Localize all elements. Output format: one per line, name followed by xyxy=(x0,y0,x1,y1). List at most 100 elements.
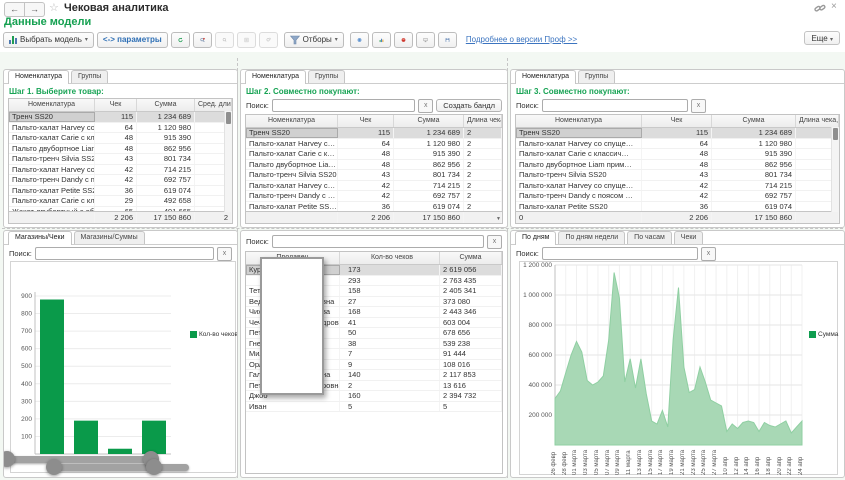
clear-search-icon[interactable]: x xyxy=(487,235,502,249)
get-link-icon[interactable] xyxy=(814,3,826,16)
bar-chart-color-icon xyxy=(379,34,384,46)
table-row[interactable]: Пальто-халат Petite SS2036619 0742 xyxy=(9,186,232,197)
table-row[interactable]: Пальто-тренч Silvia SS2043801 7342 xyxy=(246,170,502,181)
svg-text:700: 700 xyxy=(21,328,32,335)
search-input[interactable] xyxy=(542,99,688,112)
table-row[interactable]: Пальто-халат Carie с клас…48915 3902 xyxy=(9,133,232,144)
x-axis-label: 10 апр xyxy=(723,449,729,475)
table-row[interactable]: Пальто-халат Carie с к…48915 3902 xyxy=(246,149,502,160)
globe-button[interactable] xyxy=(350,32,369,48)
tab-nomenclature[interactable]: Номенклатура xyxy=(8,70,69,84)
table-row[interactable]: Пальто двубортное Liam п…48862 9562 xyxy=(9,144,232,155)
tab-by-weekdays[interactable]: По дням недели xyxy=(558,231,625,244)
table-row[interactable]: Пальто двубортное Liam прим…48862 9562 xyxy=(516,160,839,171)
title-bar: ← → ☆ Чековая аналитика × xyxy=(0,0,845,15)
tab-by-days[interactable]: По дням xyxy=(515,231,556,245)
table-row[interactable]: Пальто-халат Harvey со сп…42714 2152 xyxy=(9,165,232,176)
record-button[interactable] xyxy=(394,32,413,48)
scroll-down-icon[interactable]: ▼ xyxy=(496,216,501,222)
tab-checks[interactable]: Чеки xyxy=(674,231,704,244)
chart-button[interactable] xyxy=(372,32,391,48)
svg-text:200 000: 200 000 xyxy=(529,412,553,419)
x-axis-label: 15 марта xyxy=(648,449,654,475)
clear-search-icon[interactable]: x xyxy=(701,247,716,261)
filters-button[interactable]: Отборы ▾ xyxy=(284,32,344,48)
create-bundle-button[interactable]: Создать бандл xyxy=(436,99,502,112)
tab-groups[interactable]: Группы xyxy=(578,70,615,83)
table-row[interactable]: Пальто-тренч Dandy с …42692 7572 xyxy=(246,191,502,202)
table-row[interactable]: Тренч SS201151 234 6892 xyxy=(9,112,232,123)
tab-by-hours[interactable]: По часам xyxy=(627,231,672,244)
table-row[interactable]: Пальто-халат Carie с классич…48915 3902 xyxy=(516,149,839,160)
refresh-button[interactable] xyxy=(171,32,190,48)
tab-nomenclature[interactable]: Номенклатура xyxy=(245,70,306,84)
search-input[interactable] xyxy=(542,247,698,260)
svg-text:800 000: 800 000 xyxy=(529,322,553,329)
legend-swatch xyxy=(809,331,816,338)
total-row: 2 20617 150 860 xyxy=(246,211,502,223)
toolbar: Выбрать модель ▾ <-> параметры xyxy=(3,31,577,48)
report-button[interactable] xyxy=(237,32,256,48)
table-row[interactable]: Пальто-тренч Dandy с поя…42692 7572 xyxy=(9,175,232,186)
table-header[interactable]: Номенклатура Чек Сумма Длина чека, средн… xyxy=(516,115,839,128)
table-row[interactable]: Пальто-халат Carie с клас…29492 6582 xyxy=(9,196,232,207)
more-button[interactable]: Еще ▾ xyxy=(804,31,840,45)
select-model-button[interactable]: Выбрать модель ▾ xyxy=(3,32,94,48)
close-icon[interactable]: × xyxy=(831,1,837,12)
table-row[interactable]: Пальто-халат Petite SS2036619 0742 xyxy=(516,202,839,212)
vertical-scrollbar[interactable] xyxy=(831,127,839,212)
model-title: Данные модели xyxy=(4,16,91,28)
panel-step3: Номенклатура Группы Шаг 3. Совместно пок… xyxy=(510,69,845,228)
tab-stores-checks[interactable]: Магазины/Чеки xyxy=(8,231,72,245)
table-row[interactable]: Пальто-тренч Silvia SS2043801 7342 xyxy=(516,170,839,181)
total-row: 02 20617 150 860 xyxy=(516,211,839,223)
monitor-button[interactable] xyxy=(416,32,435,48)
version-link[interactable]: Подробнее о версии Проф >> xyxy=(466,35,577,44)
step1-table: Номенклатура Чек Сумма Сред. длина чек Т… xyxy=(8,98,233,224)
table-row[interactable]: Тренч SS201151 234 6892 xyxy=(246,128,502,139)
search-input[interactable] xyxy=(272,235,484,248)
days-search-row: Поиск: x xyxy=(511,245,721,261)
x-axis-label: 11 марта xyxy=(626,449,632,475)
table-row[interactable]: Пальто-халат Harvey со сп…641 120 9802 xyxy=(9,123,232,134)
save-button[interactable] xyxy=(438,32,457,48)
panel-step1: Номенклатура Группы Шаг 1. Выберите това… xyxy=(3,69,238,228)
table-row[interactable]: Иван55 xyxy=(246,402,502,413)
vertical-scrollbar[interactable] xyxy=(224,111,232,212)
table-row[interactable]: Пальто-тренч Silvia SS2043801 7342 xyxy=(9,154,232,165)
search-label: Поиск: xyxy=(246,101,269,110)
tab-nomenclature[interactable]: Номенклатура xyxy=(515,70,576,84)
x-axis-label: 12 апр xyxy=(734,449,740,475)
search-input[interactable] xyxy=(35,247,214,260)
zoom-prev-button[interactable] xyxy=(215,32,234,48)
clear-search-icon[interactable]: x xyxy=(418,99,433,113)
monitor-gray-icon xyxy=(423,34,428,46)
table-row[interactable]: Пальто-халат Harvey со спуще…42714 2152 xyxy=(516,181,839,192)
tab-groups[interactable]: Группы xyxy=(308,70,345,83)
favorite-star-icon[interactable]: ☆ xyxy=(49,1,59,14)
table-row[interactable]: Пальто-халат Harvey с…42714 2152 xyxy=(246,181,502,192)
search-input[interactable] xyxy=(272,99,415,112)
table-header[interactable]: Номенклатура Чек Сумма Длина чека, средн… xyxy=(246,115,502,128)
table-row[interactable]: Пальто-халат Harvey со спуще…641 120 980… xyxy=(516,139,839,150)
zoom-next-button[interactable] xyxy=(259,32,278,48)
table-row[interactable]: Пальто двубортное Lia…48862 9562 xyxy=(246,160,502,171)
table-header[interactable]: Номенклатура Чек Сумма Сред. длина чек xyxy=(9,99,232,112)
clear-search-icon[interactable]: x xyxy=(217,247,232,261)
tab-stores-sums[interactable]: Магазины/Суммы xyxy=(74,231,145,244)
table-row[interactable]: Тренч SS201151 234 6892 xyxy=(516,128,839,139)
table-row[interactable]: Пальто-тренч Dandy с поясом …42692 7572 xyxy=(516,191,839,202)
table-row[interactable]: Пальто-халат Harvey с…641 120 9802 xyxy=(246,139,502,150)
tab-groups[interactable]: Группы xyxy=(71,70,108,83)
forward-button[interactable]: → xyxy=(25,2,45,17)
table-row[interactable]: Пальто-халат Petite SS…36619 0742 xyxy=(246,202,502,212)
table-row[interactable]: Жакет двубортный с обтя…65491 6653 xyxy=(9,207,232,212)
pickup-search-button[interactable] xyxy=(193,32,212,48)
x-axis-label: 14 апр xyxy=(744,449,750,475)
back-button[interactable]: ← xyxy=(4,2,25,17)
x-axis-label: 18 апр xyxy=(766,449,772,475)
clear-search-icon[interactable]: x xyxy=(691,99,706,113)
horizontal-splitter[interactable] xyxy=(2,228,843,229)
x-axis-label: 23 марта xyxy=(691,449,697,475)
parameters-button[interactable]: <-> параметры xyxy=(97,32,168,48)
